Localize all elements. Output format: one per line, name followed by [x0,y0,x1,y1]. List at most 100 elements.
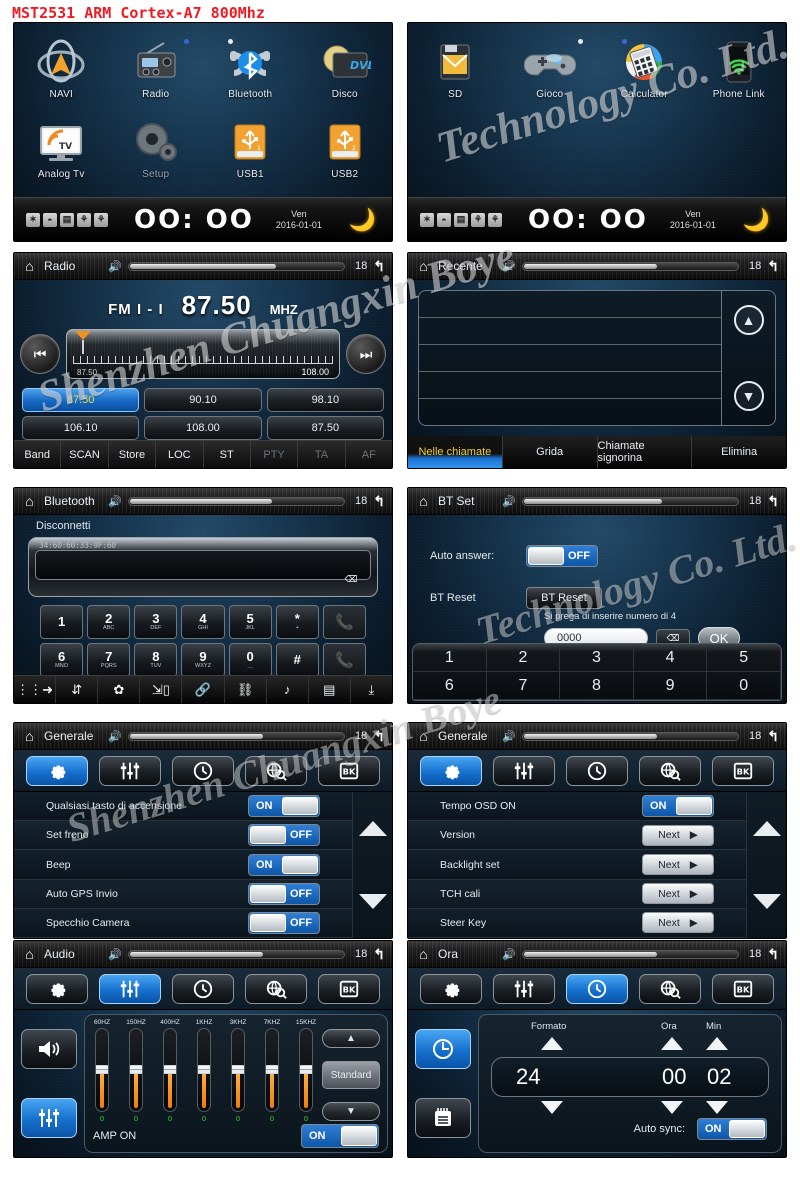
radio-scan-button[interactable]: SCAN [61,441,109,468]
list-item[interactable] [419,291,721,318]
setting-row-brake[interactable]: Set freno OFF [14,821,352,851]
preset-button[interactable]: 87.50 [22,388,140,412]
app-disco[interactable]: DVD Disco [298,37,393,117]
tab-time[interactable] [171,973,234,1004]
next-button[interactable]: Next ▶ [642,912,714,934]
next-button[interactable]: Next ▶ [642,883,714,905]
scroll-down-icon[interactable]: ▼ [322,1102,380,1121]
next-button[interactable]: Next ▶ [642,854,714,875]
eq-slider[interactable] [197,1028,211,1112]
tab-language[interactable] [639,973,702,1004]
eq-band[interactable]: 60HZ 0 [91,1019,113,1123]
format-up-button[interactable] [541,1037,563,1050]
key-hash[interactable]: # [275,643,319,677]
speaker-icon[interactable]: 🔊 [502,495,516,508]
tab-general[interactable] [25,973,88,1004]
setting-toggle[interactable]: OFF [248,882,320,905]
speaker-settings-button[interactable] [21,1028,77,1069]
back-icon[interactable]: ↰ [373,728,385,745]
radio-pty-button[interactable]: PTY [251,441,299,468]
list-item[interactable] [419,399,721,425]
back-icon[interactable]: ↰ [767,258,779,275]
eq-slider[interactable] [95,1028,109,1112]
speaker-icon[interactable]: 🔊 [108,948,122,961]
power-status-icon[interactable]: ◓ [437,212,451,227]
volume-slider[interactable] [127,731,346,741]
setting-row-auto-gps[interactable]: Auto GPS Invio OFF [14,879,352,909]
connect-icon[interactable]: 🔗 [182,676,225,703]
usb1-status-icon[interactable]: ⚘ [471,212,485,227]
app-navi[interactable]: NAVI [14,37,109,117]
numpad-key-9[interactable]: 9 [633,672,708,700]
min-up-button[interactable] [706,1037,728,1050]
tab-outgoing-calls[interactable]: Grida [503,436,598,468]
moon-icon[interactable]: 🌙 [743,207,770,233]
app-usb1[interactable]: 1 USB1 [203,117,298,197]
preset-button[interactable]: 90.10 [144,388,262,412]
radio-st-button[interactable]: ST [204,441,251,468]
hour-down-button[interactable] [661,1101,683,1114]
key-1[interactable]: 1 [40,605,84,639]
key-0[interactable]: 0 ＿ [228,643,272,677]
eq-slider[interactable] [265,1028,279,1112]
app-phone-link[interactable]: Phone Link [692,37,787,117]
setting-toggle[interactable]: ON [248,853,320,876]
app-analog-tv[interactable]: TV Analog Tv [14,117,109,197]
volume-slider[interactable] [127,261,346,271]
scroll-down-icon[interactable]: ▼ [733,381,764,411]
eq-thumb[interactable] [300,1065,312,1075]
home-icon[interactable]: ⌂ [21,258,38,274]
key-9[interactable]: 9 WXYZ [181,643,225,677]
volume-slider[interactable] [521,261,740,271]
home-icon[interactable]: ⌂ [21,946,38,962]
volume-slider[interactable] [127,949,346,959]
preset-button[interactable]: 98.10 [266,388,384,412]
numpad-key-7[interactable]: 7 [486,672,561,700]
tab-audio[interactable] [492,755,555,786]
tab-general[interactable] [419,755,482,786]
radio-ta-button[interactable]: TA [298,441,346,468]
back-icon[interactable]: ↰ [767,946,779,963]
app-gioco[interactable]: Gioco [503,37,598,117]
tab-time[interactable] [565,973,628,1004]
speaker-icon[interactable]: 🔊 [502,948,516,961]
numpad-key-2[interactable]: 2 [486,644,561,672]
radio-af-button[interactable]: AF [346,441,392,468]
key-7[interactable]: 7 PQRS [87,643,131,677]
list-status-icon[interactable]: ▤ [454,212,468,227]
home-icon[interactable]: ⌂ [21,728,38,744]
equalizer-settings-button[interactable] [21,1098,77,1139]
key-3[interactable]: 3 DEF [134,605,178,639]
tab-language[interactable] [639,755,702,786]
setting-row-backlight[interactable]: Backlight set Next ▶ [408,850,746,880]
preset-button[interactable]: 87.50 [266,416,384,440]
scroll-down-icon[interactable] [358,894,387,909]
key-8[interactable]: 8 TUV [134,643,178,677]
list-item[interactable] [419,372,721,399]
dialpad-icon[interactable]: ⋮⋮➜ [14,676,57,703]
calendar-settings-button[interactable] [415,1098,471,1139]
call-end-icon[interactable]: 📞 [322,643,366,677]
clock-settings-button[interactable] [415,1028,471,1069]
eq-slider[interactable] [129,1028,143,1112]
bluetooth-status-icon[interactable]: ✶ [420,212,434,227]
setting-row-tch-cali[interactable]: TCH cali Next ▶ [408,879,746,909]
eq-band[interactable]: 7KHZ 0 [261,1019,283,1123]
numpad-key-3[interactable]: 3 [560,644,634,672]
tab-bk[interactable]: BK [712,973,775,1004]
numpad-key-6[interactable]: 6 [413,672,487,700]
home-icon[interactable]: ⌂ [21,493,38,509]
auto-sync-toggle[interactable]: ON [697,1118,767,1140]
tab-audio[interactable] [98,755,161,786]
key-star[interactable]: * + [275,605,319,639]
tab-language[interactable] [245,973,308,1004]
phonebook-download-icon[interactable]: ⇲▯ [140,676,183,703]
eq-thumb[interactable] [96,1065,108,1075]
key-2[interactable]: 2 ABC [87,605,131,639]
eq-slider[interactable] [299,1028,313,1112]
preset-button[interactable]: 106.10 [22,416,140,440]
tuner-marker[interactable] [75,331,91,354]
usb2-status-icon[interactable]: ⚘ [488,212,502,227]
scroll-up-icon[interactable] [358,821,387,836]
tab-time[interactable] [171,755,234,786]
